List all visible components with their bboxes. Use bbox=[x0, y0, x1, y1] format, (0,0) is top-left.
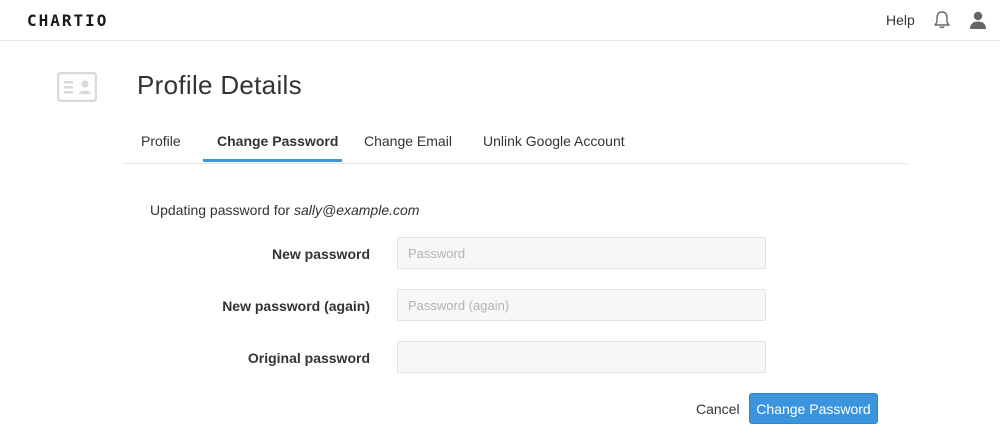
help-link[interactable]: Help bbox=[886, 12, 915, 28]
tab-unlink-google-account[interactable]: Unlink Google Account bbox=[483, 133, 625, 149]
new-password-again-input[interactable] bbox=[397, 289, 766, 321]
updating-prefix: Updating password for bbox=[150, 202, 294, 218]
user-icon[interactable] bbox=[968, 10, 988, 35]
original-password-label: Original password bbox=[247, 350, 370, 366]
tab-profile[interactable]: Profile bbox=[141, 133, 181, 149]
profile-tabs: Profile Change Password Change Email Unl… bbox=[123, 122, 907, 164]
change-password-button[interactable]: Change Password bbox=[749, 393, 878, 424]
page-title: Profile Details bbox=[137, 70, 302, 100]
active-tab-indicator bbox=[203, 159, 342, 162]
cancel-button[interactable]: Cancel bbox=[696, 401, 740, 417]
updating-password-text: Updating password for sally@example.com bbox=[150, 202, 419, 218]
chartio-logo[interactable]: CHARTIO bbox=[27, 11, 108, 30]
top-navigation-bar: CHARTIO Help bbox=[0, 0, 1000, 41]
tab-change-password[interactable]: Change Password bbox=[217, 133, 338, 149]
profile-card-icon bbox=[56, 71, 98, 107]
bell-icon[interactable] bbox=[932, 10, 952, 35]
tab-change-email[interactable]: Change Email bbox=[364, 133, 452, 149]
new-password-again-label: New password (again) bbox=[222, 298, 370, 314]
new-password-input[interactable] bbox=[397, 237, 766, 269]
new-password-label: New password bbox=[271, 246, 370, 262]
account-email: sally@example.com bbox=[293, 202, 420, 218]
original-password-input[interactable] bbox=[397, 341, 766, 373]
